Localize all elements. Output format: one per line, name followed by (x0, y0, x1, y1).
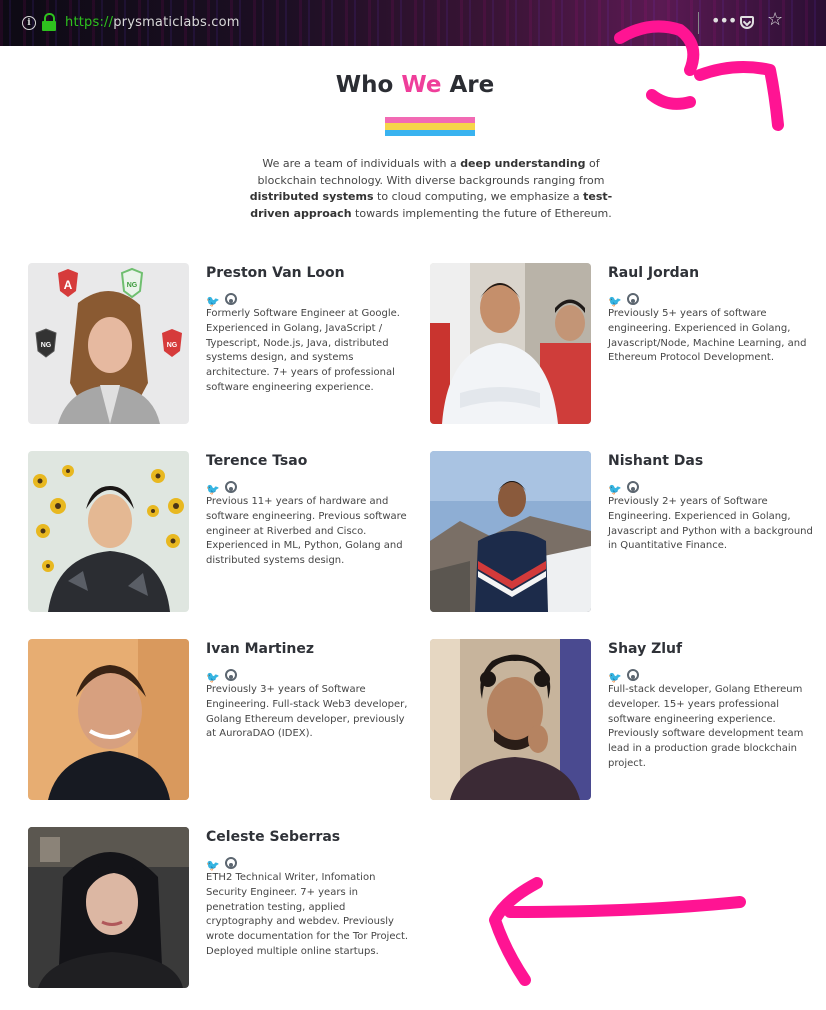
github-icon[interactable] (225, 293, 237, 305)
bookmark-star-icon[interactable]: ☆ (767, 9, 783, 30)
team-member-name: Preston Van Loon (206, 265, 345, 281)
team-member-photo (28, 451, 189, 612)
photo-badge-label: A (64, 278, 73, 292)
intro-paragraph: We are a team of individuals with a deep… (249, 157, 613, 220)
github-icon[interactable] (627, 293, 639, 305)
team-card: Terence Tsao 🐦 Previous 11+ years of har… (28, 451, 423, 613)
team-member-bio: Previous 11+ years of hardware and softw… (206, 496, 407, 567)
team-member-name: Nishant Das (608, 453, 704, 469)
photo-badge-label: NG (167, 342, 178, 349)
info-icon[interactable]: i (22, 16, 36, 30)
team-card: Ivan Martinez 🐦 Previously 3+ years of S… (28, 639, 423, 801)
social-links: 🐦 (206, 666, 244, 684)
team-member-bio: Full-stack developer, Golang Ethereum de… (608, 684, 804, 769)
github-icon[interactable] (627, 669, 639, 681)
team-card: Shay Zluf 🐦 Full-stack developer, Golang… (430, 639, 825, 801)
team-member-name: Celeste Seberras (206, 829, 341, 845)
social-links: 🐦 (608, 666, 646, 684)
github-icon[interactable] (225, 481, 237, 493)
team-member-bio: Previously 5+ years of software engineer… (608, 308, 807, 364)
toolbar-divider (698, 12, 699, 34)
social-links: 🐦 (608, 290, 646, 308)
team-member-photo (430, 451, 591, 612)
social-links: 🐦 (206, 854, 244, 872)
team-member-bio: Previously 3+ years of Software Engineer… (206, 684, 408, 740)
team-card: Nishant Das 🐦 Previously 2+ years of Sof… (430, 451, 825, 613)
team-card: Raul Jordan 🐦 Previously 5+ years of sof… (430, 263, 825, 425)
team-card: A NG NG NG Preston Van Loon 🐦 Formerly S… (28, 263, 423, 425)
social-links: 🐦 (206, 478, 244, 496)
arrow-head (489, 877, 543, 986)
team-member-bio: Previously 2+ years of Software Engineer… (608, 496, 813, 552)
page-title: Who We Are (335, 72, 495, 98)
github-icon[interactable] (627, 481, 639, 493)
team-member-photo (430, 639, 591, 800)
team-member-bio: ETH2 Technical Writer, Infomation Securi… (206, 872, 409, 957)
team-member-name: Ivan Martinez (206, 641, 315, 657)
lock-icon[interactable] (42, 13, 56, 31)
github-icon[interactable] (225, 669, 237, 681)
arrow-shaft (504, 896, 746, 918)
team-member-bio: Formerly Software Engineer at Google. Ex… (206, 308, 400, 393)
team-member-photo (28, 827, 189, 988)
github-icon[interactable] (225, 857, 237, 869)
team-member-name: Shay Zluf (608, 641, 683, 657)
team-member-photo (430, 263, 591, 424)
social-links: 🐦 (206, 290, 244, 308)
browser-url-bar: i https://prysmaticlabs.com ••• ☆ (0, 0, 826, 46)
pocket-icon[interactable] (740, 16, 754, 29)
social-links: 🐦 (608, 478, 646, 496)
more-dots-icon[interactable]: ••• (711, 11, 737, 30)
team-member-name: Raul Jordan (608, 265, 700, 281)
pride-flag-divider (385, 117, 475, 136)
photo-badge-label: NG (41, 342, 52, 349)
url-field[interactable]: https://prysmaticlabs.com (65, 15, 240, 30)
photo-badge-label: NG (127, 282, 138, 289)
team-member-name: Terence Tsao (206, 453, 308, 469)
team-card: Celeste Seberras 🐦 ETH2 Technical Writer… (28, 827, 423, 989)
team-member-photo: A NG NG NG (28, 263, 189, 424)
team-member-photo (28, 639, 189, 800)
